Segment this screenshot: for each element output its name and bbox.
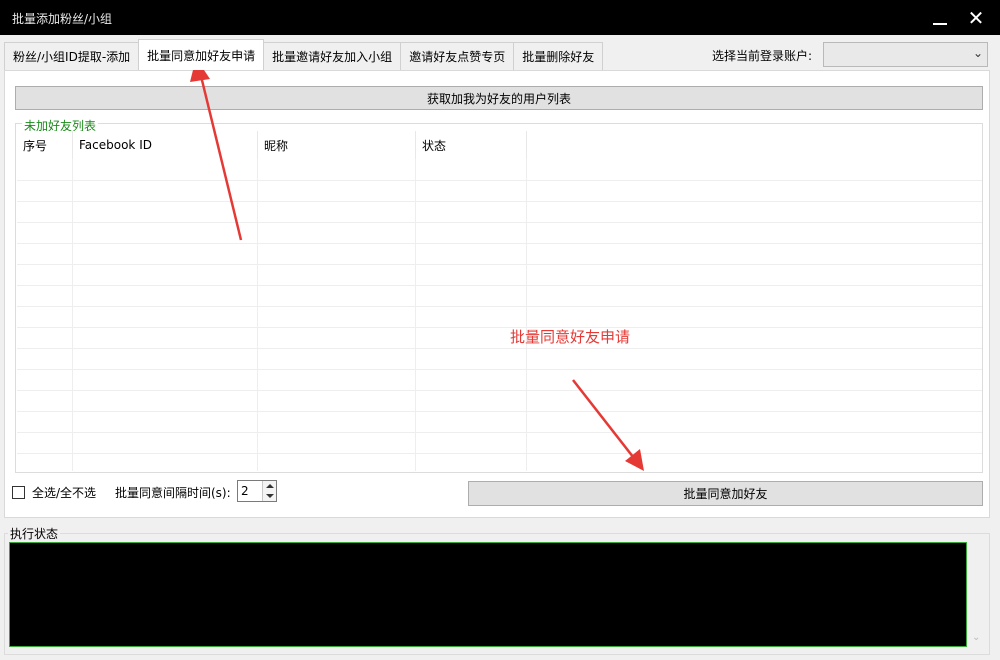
tab-invite-group[interactable]: 批量邀请好友加入小组: [263, 42, 402, 70]
pending-friends-group: 未加好友列表 序号 Facebook ID 昵称 状态: [15, 117, 983, 473]
title-bar: 批量添加粉丝/小组 ✕: [0, 0, 1000, 35]
tab-strip: 粉丝/小组ID提取-添加 批量同意加好友申请 批量邀请好友加入小组 邀请好友点赞…: [4, 39, 604, 70]
grid-line: [526, 159, 527, 471]
column-header-nickname[interactable]: 昵称: [258, 131, 416, 159]
grid-line: [17, 453, 982, 454]
stepper-arrows[interactable]: [262, 481, 276, 501]
console-scrollbar[interactable]: ⌄: [967, 542, 986, 647]
grid-line: [17, 222, 982, 223]
close-icon: ✕: [967, 5, 985, 30]
grid-line: [17, 390, 982, 391]
fetch-requests-button[interactable]: 获取加我为好友的用户列表: [15, 86, 983, 110]
grid-line: [17, 327, 982, 328]
interval-value[interactable]: 2: [241, 484, 249, 498]
account-select[interactable]: ⌄: [823, 42, 988, 67]
grid-line: [17, 285, 982, 286]
column-header-facebook-id[interactable]: Facebook ID: [73, 131, 258, 159]
batch-accept-button[interactable]: 批量同意加好友: [468, 481, 983, 506]
tab-panel: 获取加我为好友的用户列表 未加好友列表 序号 Facebook ID 昵称 状态: [4, 70, 990, 518]
column-header-index[interactable]: 序号: [17, 131, 73, 159]
tab-invite-like-page[interactable]: 邀请好友点赞专页: [400, 42, 515, 70]
grid-line: [257, 159, 258, 471]
tab-batch-delete[interactable]: 批量删除好友: [513, 42, 604, 70]
select-all-checkbox[interactable]: 全选/全不选: [12, 484, 96, 501]
close-button[interactable]: ✕: [956, 0, 996, 35]
grid-line: [17, 306, 982, 307]
pending-friends-table[interactable]: 序号 Facebook ID 昵称 状态: [17, 131, 982, 471]
grid-line: [415, 159, 416, 471]
grid-line: [17, 432, 982, 433]
annotation-label: 批量同意好友申请: [510, 328, 631, 346]
tab-batch-accept[interactable]: 批量同意加好友申请: [138, 39, 265, 70]
window-title: 批量添加粉丝/小组: [12, 12, 113, 26]
grid-line: [17, 201, 982, 202]
status-console[interactable]: [9, 542, 967, 647]
grid-line: [72, 159, 73, 471]
stepper-down-icon[interactable]: [266, 494, 274, 498]
chevron-down-icon: ⌄: [972, 46, 983, 60]
scroll-down-icon[interactable]: ⌄: [972, 632, 980, 643]
grid-line: [17, 264, 982, 265]
checkbox-box[interactable]: [12, 486, 25, 499]
interval-stepper[interactable]: 2: [237, 480, 277, 502]
status-title: 执行状态: [8, 525, 61, 542]
minimize-button[interactable]: [920, 0, 960, 35]
grid-line: [17, 369, 982, 370]
interval-label: 批量同意间隔时间(s):: [115, 486, 231, 500]
stepper-up-icon[interactable]: [266, 484, 274, 488]
grid-line: [17, 411, 982, 412]
minimize-icon: [933, 22, 947, 25]
grid-line: [17, 348, 982, 349]
grid-line: [17, 180, 982, 181]
select-all-label: 全选/全不选: [32, 486, 97, 500]
grid-line: [17, 243, 982, 244]
account-label: 选择当前登录账户:: [712, 49, 813, 63]
column-header-status[interactable]: 状态: [416, 131, 527, 159]
tab-extract-add[interactable]: 粉丝/小组ID提取-添加: [4, 42, 140, 70]
